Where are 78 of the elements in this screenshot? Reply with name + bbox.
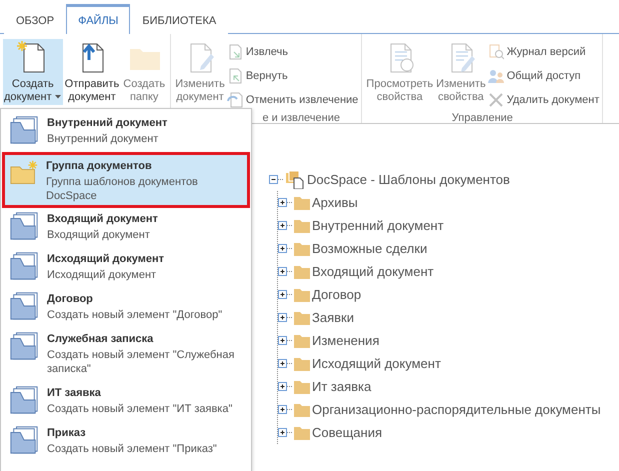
- document-set-icon: [9, 114, 39, 146]
- folder-icon: [294, 242, 310, 256]
- expand-icon[interactable]: [278, 197, 292, 208]
- document-set-icon: [9, 424, 39, 456]
- tree-item[interactable]: Изменения: [312, 333, 380, 348]
- document-set-icon: [9, 210, 39, 242]
- folder-icon: [294, 356, 310, 370]
- menu-item-description: Исходящий документ: [47, 268, 158, 282]
- document-set-icon: [9, 384, 39, 416]
- folder-icon: [294, 426, 310, 440]
- expand-icon[interactable]: [278, 243, 292, 254]
- menu-item[interactable]: Входящий документ Входящий документ: [1, 208, 251, 248]
- site-icon: [285, 170, 305, 188]
- delete-icon: [488, 92, 504, 108]
- expand-icon[interactable]: [278, 220, 292, 231]
- tree-item[interactable]: DocSpace - Шаблоны документов: [307, 172, 510, 187]
- tree-item[interactable]: Заявки: [312, 310, 354, 325]
- expand-icon[interactable]: [278, 312, 292, 323]
- menu-item[interactable]: Внутренний документ Внутренний документ: [1, 112, 251, 152]
- menu-item[interactable]: Договор Создать новый элемент "Договор": [1, 288, 251, 328]
- tree-item[interactable]: Организационно-распорядительные документы: [312, 402, 601, 417]
- folder-icon: [294, 334, 310, 348]
- menu-item-title: Входящий документ: [47, 212, 159, 227]
- menu-item-title: Исходящий документ: [47, 252, 166, 267]
- check-in-icon: [226, 68, 243, 84]
- document-set-icon: [9, 250, 39, 282]
- people-icon: [488, 68, 504, 84]
- menu-item-description: Внутренний документ: [47, 132, 160, 146]
- menu-item[interactable]: ИТ заявка Создать новый элемент "ИТ заявка": [1, 382, 251, 422]
- tree-item[interactable]: Исходящий документ: [312, 356, 441, 371]
- folder-icon: [294, 196, 310, 210]
- menu-item-description: Создать новый элемент "Договор": [47, 308, 224, 322]
- version-history-icon: [488, 44, 504, 60]
- menu-item-title: Служебная записка: [47, 332, 154, 347]
- group-label: Управление: [450, 111, 514, 126]
- folder-icon: [294, 310, 310, 324]
- menu-item[interactable]: Служебная записка Создать новый элемент "Служебная записка": [1, 328, 251, 382]
- expand-icon[interactable]: [278, 427, 292, 438]
- menu-item[interactable]: Группа документов Группа шаблонов документов DocSpace: [2, 152, 250, 208]
- expand-icon[interactable]: [278, 335, 292, 346]
- tree-item[interactable]: Договор: [312, 287, 362, 302]
- tree-item[interactable]: Внутренний документ: [312, 218, 444, 233]
- menu-item-description: Создать новый элемент "ИТ заявка": [47, 402, 234, 416]
- menu-item[interactable]: Исходящий документ Исходящий документ: [1, 248, 251, 288]
- menu-item-description: Создать новый элемент "Служебная записка": [47, 348, 236, 376]
- folder-icon: [294, 264, 310, 278]
- expand-icon[interactable]: [278, 289, 292, 300]
- expand-icon[interactable]: [278, 266, 292, 277]
- tree-item[interactable]: Ит заявка: [312, 379, 372, 394]
- folder-icon: [294, 288, 310, 302]
- menu-item-title: Группа документов: [46, 159, 153, 174]
- folder-icon: [294, 402, 310, 416]
- folder-icon: [294, 380, 310, 394]
- menu-item-description: Группа шаблонов документов DocSpace: [46, 175, 199, 203]
- menu-item-title: Внутренний документ: [47, 116, 168, 131]
- menu-item-title: Приказ: [47, 426, 87, 441]
- document-set-icon: [9, 330, 39, 362]
- expand-icon[interactable]: [278, 358, 292, 369]
- tree-item[interactable]: Архивы: [312, 195, 358, 210]
- discard-check-out-icon: [226, 92, 243, 108]
- menu-item-title: ИТ заявка: [47, 386, 102, 401]
- expand-icon[interactable]: [278, 404, 292, 415]
- document-set-icon: [9, 290, 39, 322]
- check-out-icon: [226, 44, 243, 60]
- group-label: е и извлечение: [261, 111, 341, 126]
- folder-icon: [294, 218, 310, 232]
- tree-item[interactable]: Входящий документ: [312, 264, 434, 279]
- menu-item[interactable]: Приказ Создать новый элемент "Приказ": [1, 422, 251, 462]
- collapse-icon[interactable]: [269, 174, 283, 185]
- expand-icon[interactable]: [278, 381, 292, 392]
- tree-item[interactable]: Совещания: [312, 425, 382, 440]
- menu-item-title: Договор: [47, 292, 94, 307]
- menu-item-description: Создать новый элемент "Приказ": [47, 442, 218, 456]
- ribbon-button[interactable]: Создать документ: [3, 39, 63, 105]
- tree-item[interactable]: Возможные сделки: [312, 241, 428, 256]
- ribbon-tab[interactable]: ФАЙЛЫ: [66, 4, 130, 34]
- menu-item-description: Входящий документ: [47, 228, 151, 242]
- ribbon-button[interactable]: Отправить документ: [64, 39, 120, 105]
